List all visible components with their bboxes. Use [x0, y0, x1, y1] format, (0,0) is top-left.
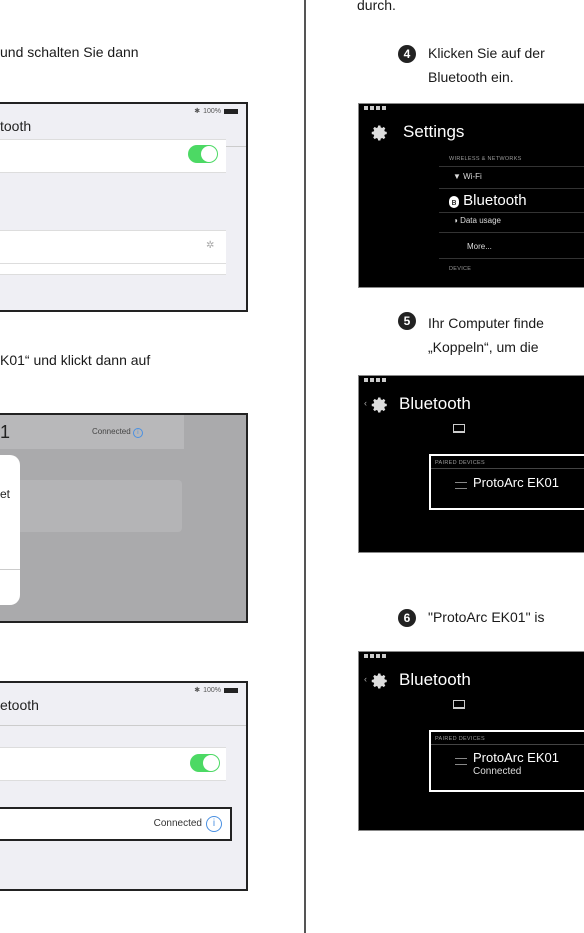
step4-line2: Bluetooth ein. — [428, 69, 514, 85]
bluetooth-title: Bluetooth — [399, 670, 471, 689]
bluetooth-toggle-switch[interactable] — [190, 754, 220, 772]
battery-icon — [224, 687, 238, 693]
bluetooth-title: Bluetooth — [399, 394, 471, 413]
android-settings-screen: Settings WIRELESS & NETWORKS ▼ Wi-Fi ʙ B… — [358, 103, 584, 288]
devices-row — [0, 230, 226, 264]
more-menu-item[interactable]: More... — [467, 242, 492, 251]
data-usage-menu-item[interactable]: ◑ Data usage — [453, 216, 501, 225]
bluetooth-status-icon: ✱ — [194, 687, 201, 694]
ios-bluetooth-screen-1: ✱ 100% tooth ✲ — [0, 102, 248, 312]
paired-devices-highlight: PAIRED DEVICES ProtoArc EK01 Connected — [429, 730, 584, 792]
dialog-text-fragment: et — [0, 487, 11, 501]
android-bluetooth-screen-2: ‹ Bluetooth PAIRED DEVICES ProtoArc EK01… — [358, 651, 584, 831]
wifi-menu-item[interactable]: ▼ Wi-Fi — [453, 172, 482, 181]
section-wireless-networks: WIRELESS & NETWORKS — [449, 156, 522, 162]
android-bluetooth-screen-1: ‹ Bluetooth PAIRED DEVICES ProtoArc EK01 — [358, 375, 584, 553]
paired-device-name[interactable]: ProtoArc EK01 — [473, 475, 559, 490]
settings-gear-icon — [371, 397, 387, 413]
info-icon[interactable]: i — [206, 816, 222, 832]
connected-status: Connected i — [92, 427, 143, 438]
device-computer-icon — [453, 700, 465, 709]
status-bar-icons — [364, 106, 386, 110]
battery-icon — [224, 108, 238, 114]
paired-devices-highlight: PAIRED DEVICES ProtoArc EK01 — [429, 454, 584, 510]
step6-text: "ProtoArc EK01" is — [428, 609, 545, 625]
bluetooth-status-icon: ✱ — [194, 108, 201, 115]
back-arrow-icon[interactable]: ‹ — [364, 398, 367, 408]
nav-title: 1 — [0, 422, 11, 442]
step5-line1: Ihr Computer finde — [428, 315, 544, 331]
battery-percent: 100% — [203, 686, 221, 694]
paired-device-name[interactable]: ProtoArc EK01 — [473, 750, 559, 765]
step3-instruction-text: und schalten Sie dann — [0, 44, 139, 60]
info-icon[interactable]: i — [132, 428, 143, 438]
step4-line1: Klicken Sie auf der — [428, 45, 545, 61]
nav-title: tooth — [0, 118, 32, 134]
paired-devices-section: PAIRED DEVICES — [435, 460, 485, 466]
battery-percent: 100% — [203, 107, 221, 115]
keyboard-icon — [455, 482, 467, 489]
status-bar: ✱ 100% — [194, 107, 238, 115]
status-bar: ✱ 100% — [194, 686, 238, 694]
connected-status: Connected — [153, 818, 202, 829]
ios-pair-dialog-screen: 1 Connected i et — [0, 413, 248, 623]
loading-spinner-icon: ✲ — [206, 240, 215, 251]
bluetooth-toggle-switch[interactable] — [188, 145, 218, 163]
settings-title: Settings — [403, 122, 465, 141]
step-number-5: 5 — [398, 312, 416, 330]
bluetooth-menu-item[interactable]: ʙ Bluetooth — [449, 192, 527, 209]
column-divider — [304, 0, 306, 933]
connected-device-row[interactable]: Connected i — [0, 807, 232, 841]
wifi-icon: ▼ — [453, 172, 461, 181]
status-bar-icons — [364, 654, 386, 658]
back-arrow-icon[interactable]: ‹ — [364, 674, 367, 684]
paired-devices-section: PAIRED DEVICES — [435, 736, 485, 742]
device-connected-status: Connected — [473, 766, 522, 777]
data-usage-icon: ◑ — [453, 216, 458, 225]
step-number-6: 6 — [398, 609, 416, 627]
pair-dialog: et — [0, 455, 20, 605]
settings-gear-icon — [371, 673, 387, 689]
keyboard-icon — [455, 758, 467, 765]
top-continued-text: durch. — [357, 0, 396, 13]
ios-bluetooth-screen-2: ✱ 100% etooth Connected i — [0, 681, 248, 891]
step5-line2: „Koppeln“, um die — [428, 339, 539, 355]
step-instruction-text-2: K01“ und klickt dann auf — [0, 352, 151, 368]
status-bar-icons — [364, 378, 386, 382]
bluetooth-icon: ʙ — [449, 196, 459, 208]
settings-gear-icon — [371, 125, 387, 141]
step-number-4: 4 — [398, 45, 416, 63]
section-device: DEVICE — [449, 266, 472, 272]
device-computer-icon — [453, 424, 465, 433]
nav-title: etooth — [0, 697, 39, 713]
